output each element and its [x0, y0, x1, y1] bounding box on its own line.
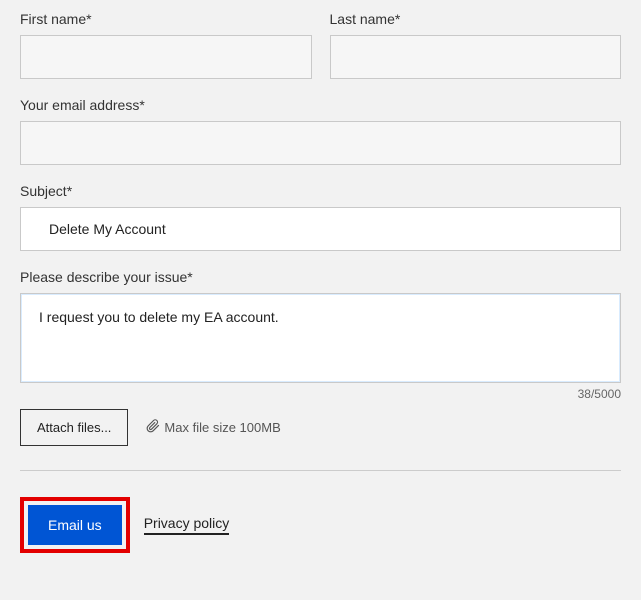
email-input[interactable] — [20, 121, 621, 165]
first-name-input[interactable] — [20, 35, 312, 79]
privacy-policy-link[interactable]: Privacy policy — [144, 515, 230, 535]
description-label: Please describe your issue* — [20, 269, 621, 285]
paperclip-icon — [146, 419, 160, 436]
last-name-label: Last name* — [330, 11, 622, 27]
last-name-input[interactable] — [330, 35, 622, 79]
email-label: Your email address* — [20, 97, 621, 113]
description-textarea[interactable] — [20, 293, 621, 383]
submit-highlight-box: Email us — [20, 497, 130, 553]
subject-label: Subject* — [20, 183, 621, 199]
subject-value: Delete My Account — [49, 221, 166, 237]
first-name-label: First name* — [20, 11, 312, 27]
file-size-hint: Max file size 100MB — [164, 420, 280, 435]
attach-files-button[interactable]: Attach files... — [20, 409, 128, 446]
divider — [20, 470, 621, 471]
subject-select[interactable]: Delete My Account — [20, 207, 621, 251]
email-us-button[interactable]: Email us — [28, 505, 122, 545]
char-counter: 38/5000 — [20, 387, 621, 401]
